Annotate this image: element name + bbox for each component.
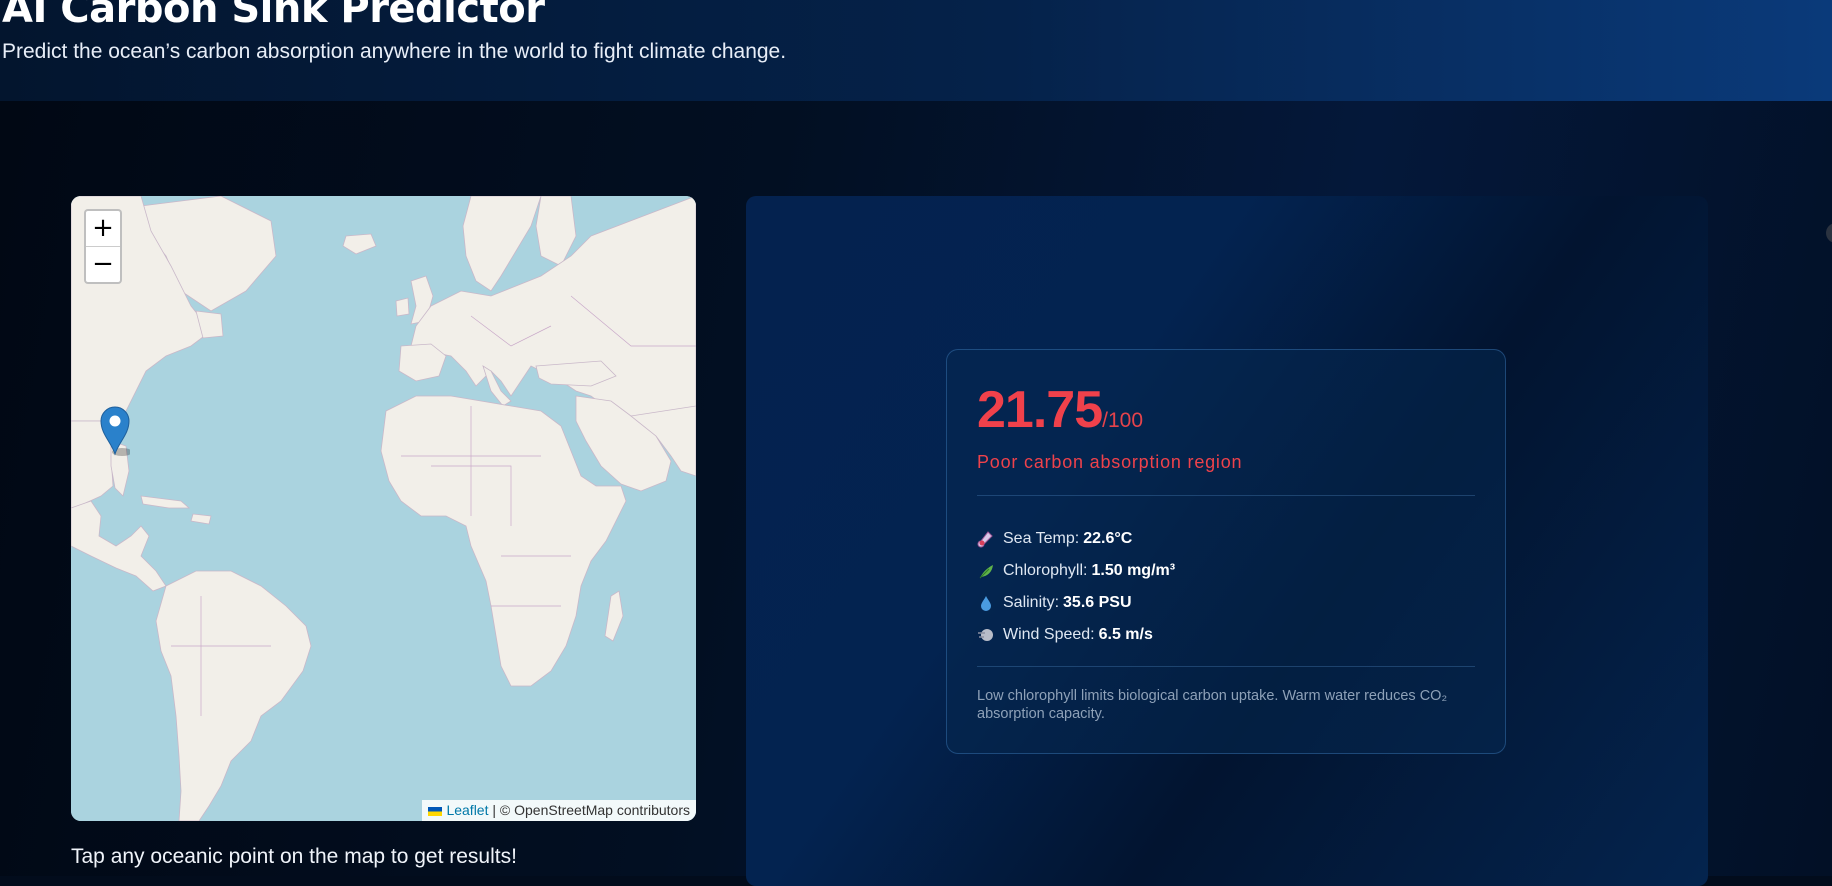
divider bbox=[977, 666, 1475, 667]
leaf-icon bbox=[979, 565, 993, 579]
metric-value: 35.6 PSU bbox=[1063, 594, 1132, 611]
zoom-out-button[interactable]: − bbox=[86, 247, 120, 282]
metric-label: Sea Temp: bbox=[1003, 530, 1080, 547]
attribution-separator: | bbox=[492, 802, 497, 818]
score-rating: Poor carbon absorption region bbox=[977, 452, 1243, 472]
metric-label: Chlorophyll: bbox=[1003, 562, 1088, 579]
metric-salinity: Salinity: 35.6 PSU bbox=[977, 594, 1132, 612]
map-attribution: Leaflet | © OpenStreetMap contributors bbox=[422, 800, 696, 821]
app-header: AI Carbon Sink Predictor Predict the oce… bbox=[0, 0, 1832, 101]
thermometer-icon bbox=[977, 531, 993, 548]
metric-chlorophyll: Chlorophyll: 1.50 mg/m³ bbox=[977, 562, 1175, 580]
wind-icon bbox=[978, 629, 993, 641]
droplet-icon bbox=[981, 596, 991, 611]
score-max: /100 bbox=[1102, 409, 1144, 432]
app-title: AI Carbon Sink Predictor bbox=[2, 0, 545, 32]
metric-label: Salinity: bbox=[1003, 594, 1060, 611]
metric-value: 1.50 mg/m³ bbox=[1091, 562, 1176, 579]
result-card: 21.75/100 Poor carbon absorption region … bbox=[946, 349, 1506, 754]
map-tiles[interactable] bbox=[71, 196, 696, 821]
world-map[interactable]: + − Leaflet | © OpenStreetMap contributo… bbox=[71, 196, 696, 821]
leaflet-link[interactable]: Leaflet bbox=[446, 802, 488, 818]
metric-wind-speed: Wind Speed: 6.5 m/s bbox=[977, 626, 1153, 644]
metric-value: 22.6°C bbox=[1083, 530, 1133, 547]
app-subtitle: Predict the ocean’s carbon absorption an… bbox=[2, 40, 787, 63]
osm-credit: © OpenStreetMap contributors bbox=[499, 802, 690, 818]
metric-label: Wind Speed: bbox=[1003, 626, 1095, 643]
map-hint: Tap any oceanic point on the map to get … bbox=[71, 845, 517, 868]
zoom-in-button[interactable]: + bbox=[86, 211, 120, 247]
zoom-control: + − bbox=[84, 209, 122, 284]
result-explanation: Low chlorophyll limits biological carbon… bbox=[977, 688, 1448, 722]
divider bbox=[977, 495, 1475, 496]
metric-value: 6.5 m/s bbox=[1098, 626, 1153, 643]
map-pin-icon[interactable] bbox=[100, 406, 130, 456]
ukraine-flag-icon bbox=[428, 807, 443, 816]
score-row: 21.75/100 bbox=[977, 380, 1143, 440]
score-value: 21.75 bbox=[977, 381, 1103, 439]
metric-sea-temp: Sea Temp: 22.6°C bbox=[977, 530, 1132, 548]
